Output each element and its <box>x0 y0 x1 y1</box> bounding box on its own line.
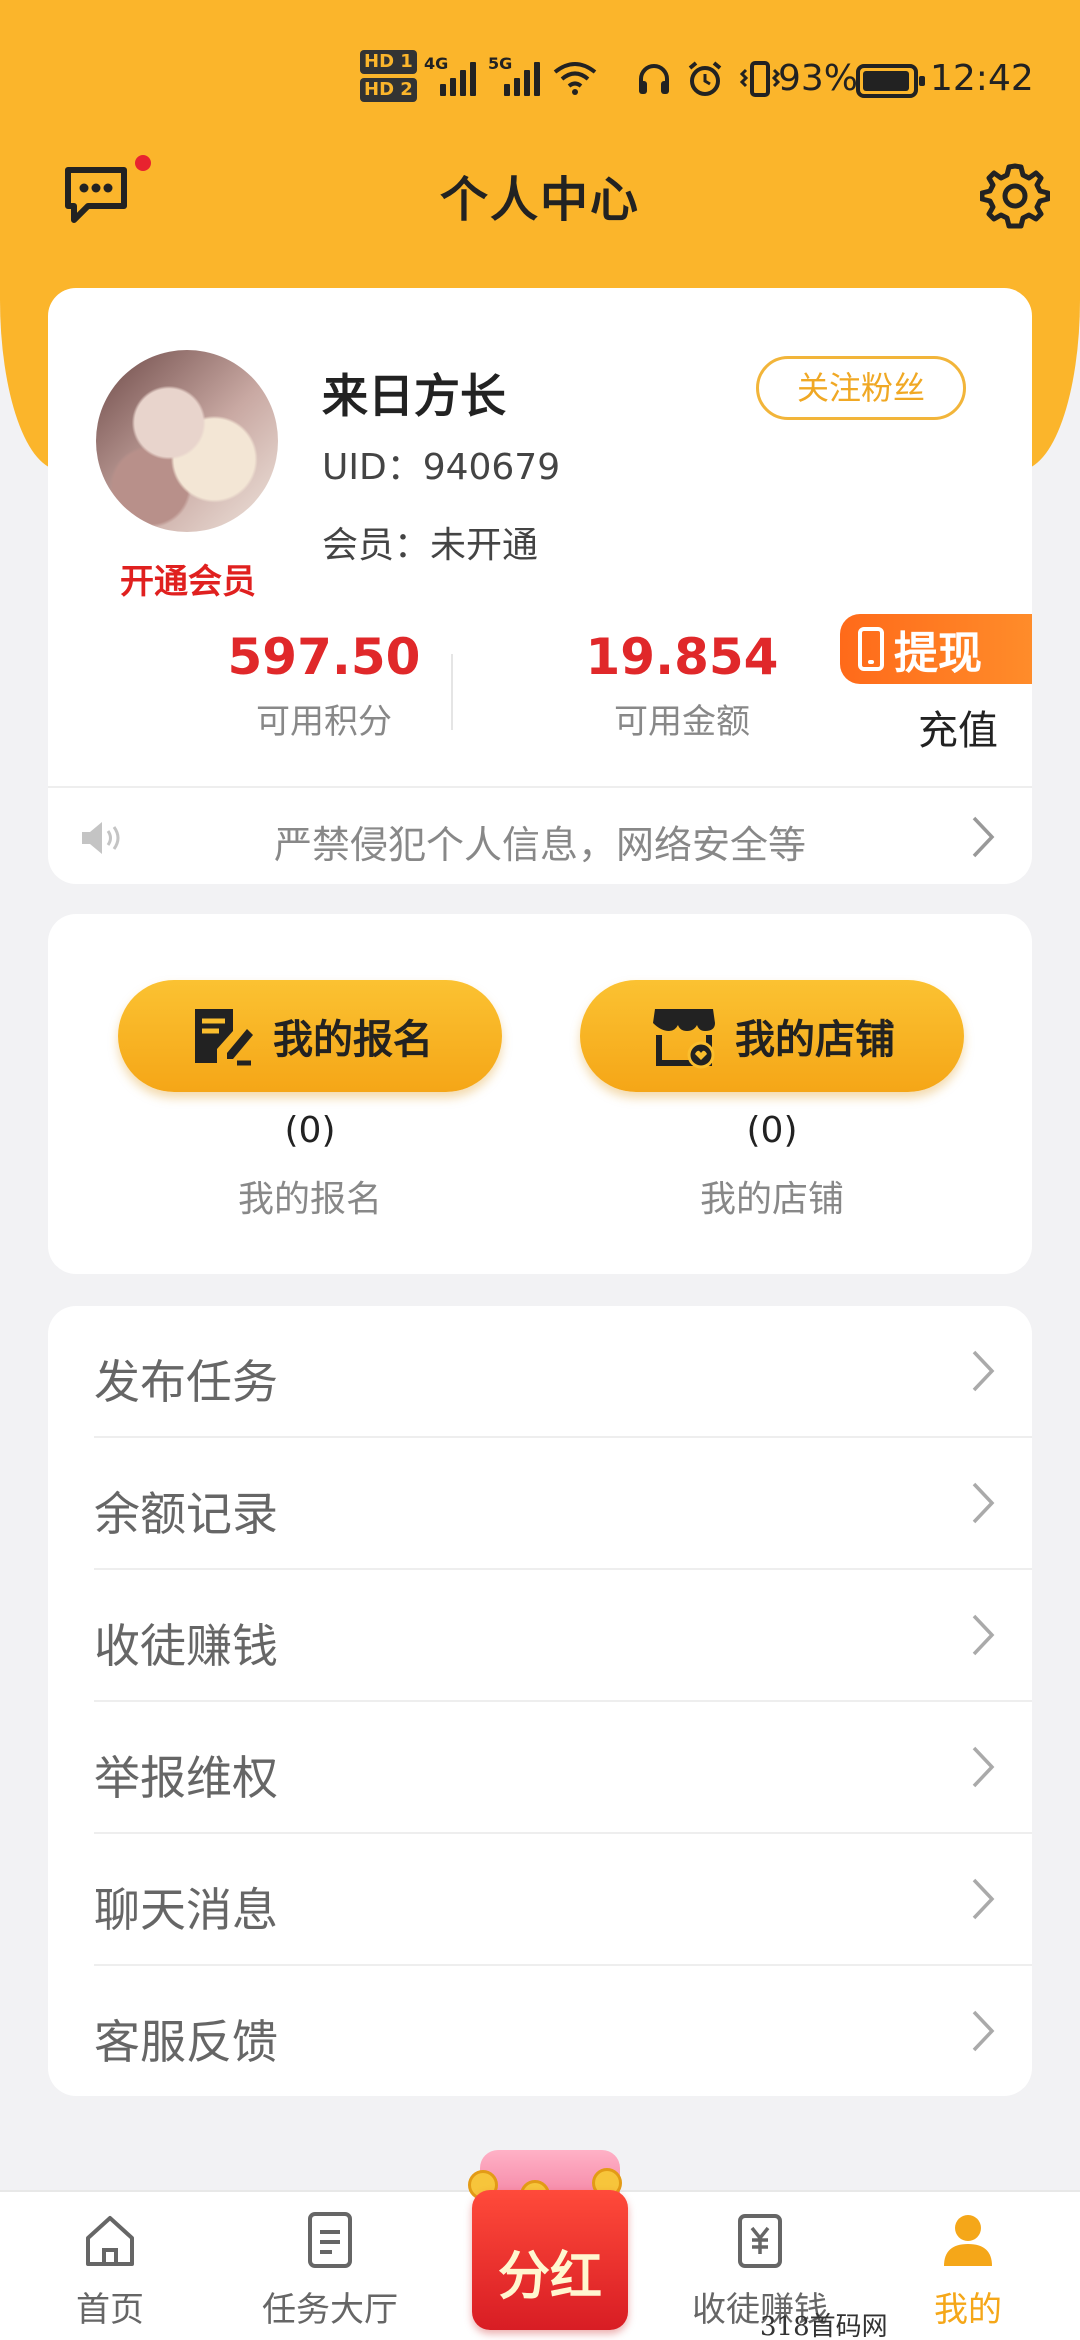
open-vip-link[interactable]: 开通会员 <box>78 554 298 603</box>
menu-item-label: 收徒赚钱 <box>94 1619 278 1673</box>
balance-stat[interactable]: 19.854 可用金额 <box>532 628 832 743</box>
follow-fans-button[interactable]: 关注粉丝 <box>756 356 966 420</box>
menu-item-label: 客服反馈 <box>94 2015 278 2069</box>
signal-icon <box>440 60 476 96</box>
balance-value: 19.854 <box>585 628 779 686</box>
gear-icon[interactable] <box>980 160 1050 230</box>
menu-item-label: 发布任务 <box>94 1355 278 1409</box>
store-icon <box>653 1009 715 1069</box>
battery-icon <box>856 64 925 98</box>
chevron-right-icon <box>972 1482 995 1524</box>
recharge-button[interactable]: 充值 <box>918 698 998 756</box>
menu-item-publish-task[interactable]: 发布任务 <box>48 1306 1032 1438</box>
wifi-icon <box>553 62 597 95</box>
watermark: 318首码网 www.E318.com <box>760 2312 888 2340</box>
headphones-icon <box>639 64 669 94</box>
tab-home-label: 首页 <box>76 2290 144 2330</box>
stat-divider <box>451 654 453 730</box>
page-title: 个人中心 <box>439 172 640 228</box>
signup-count-label: 我的报名 <box>237 1179 382 1220</box>
balance-label: 可用金额 <box>614 702 750 742</box>
bonus-label: 分红 <box>497 2247 602 2307</box>
battery-percent: 93% <box>778 58 859 99</box>
hd-indicator: HD 1 HD 2 <box>360 50 417 106</box>
alarm-icon <box>688 61 722 96</box>
chevron-right-icon <box>972 1746 995 1788</box>
clock: 12:42 <box>930 58 1034 99</box>
menu-item-label: 聊天消息 <box>94 1883 278 1937</box>
chevron-right-icon <box>972 1878 995 1920</box>
profile-card: 开通会员 来日方长 UID：940679 会员：未开通 关注粉丝 597.50 … <box>48 288 1032 884</box>
status-bar: HD 1 HD 2 4G 5G 93% 12:42 <box>0 40 1080 120</box>
membership-status: 会员：未开通 <box>322 525 539 566</box>
user-id: UID：940679 <box>322 447 561 488</box>
hd1-badge: HD 1 <box>360 50 417 74</box>
shop-count-label: 我的店铺 <box>699 1179 844 1220</box>
signup-count: (0) <box>284 1110 336 1151</box>
user-icon <box>944 2215 992 2266</box>
menu-item-label: 余额记录 <box>94 1487 278 1541</box>
edit-form-icon <box>195 1009 253 1066</box>
menu-item-report[interactable]: 举报维权 <box>48 1702 1032 1834</box>
my-signup-label: 我的报名 <box>273 1017 433 1063</box>
chevron-right-icon <box>972 1350 995 1392</box>
menu-item-apprentice[interactable]: 收徒赚钱 <box>48 1570 1032 1702</box>
tab-home[interactable]: 首页 <box>10 2210 210 2331</box>
withdraw-button[interactable]: 提现 <box>840 614 1032 684</box>
tab-task-hall-label: 任务大厅 <box>262 2290 398 2330</box>
hd2-badge: HD 2 <box>360 78 417 102</box>
withdraw-label: 提现 <box>894 628 982 679</box>
my-shop-label: 我的店铺 <box>735 1017 895 1063</box>
notice-text: 严禁侵犯个人信息，网络安全等 <box>273 823 806 867</box>
username: 来日方长 <box>322 369 506 423</box>
quick-actions-card: 我的报名 我的店铺 (0) 我的报名 (0) 我的店铺 <box>48 914 1032 1274</box>
points-stat[interactable]: 597.50 可用积分 <box>174 628 474 743</box>
my-shop-button[interactable]: 我的店铺 <box>580 980 964 1092</box>
chevron-right-icon <box>972 816 995 858</box>
yuan-receipt-icon <box>738 2214 782 2268</box>
signal-icon <box>504 60 540 96</box>
menu-item-customer-feedback[interactable]: 客服反馈 <box>48 1966 1032 2096</box>
bonus-red-packet-button[interactable]: 分红 <box>462 2150 638 2340</box>
vibrate-icon <box>739 61 781 97</box>
menu-item-label: 举报维权 <box>94 1751 278 1805</box>
menu-list: 发布任务 余额记录 收徒赚钱 举报维权 聊天消息 客服反馈 <box>48 1306 1032 2096</box>
chevron-right-icon <box>972 1614 995 1656</box>
tab-task-hall[interactable]: 任务大厅 <box>230 2210 430 2331</box>
points-label: 可用积分 <box>256 702 392 742</box>
points-value: 597.50 <box>227 628 421 686</box>
chevron-right-icon <box>972 2010 995 2052</box>
shop-count: (0) <box>746 1110 798 1151</box>
menu-item-chat-messages[interactable]: 聊天消息 <box>48 1834 1032 1966</box>
my-signup-button[interactable]: 我的报名 <box>118 980 502 1092</box>
task-list-icon <box>308 2212 352 2268</box>
menu-item-balance-records[interactable]: 余额记录 <box>48 1438 1032 1570</box>
home-icon <box>86 2216 134 2266</box>
avatar[interactable] <box>96 350 278 532</box>
phone-icon <box>858 627 884 671</box>
notice-bar[interactable]: 严禁侵犯个人信息，网络安全等 <box>48 786 1032 884</box>
